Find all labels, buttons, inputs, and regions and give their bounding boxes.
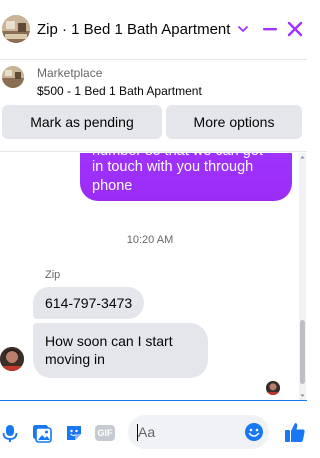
photo-icon[interactable] [32, 423, 52, 443]
message-thread[interactable]: number so that we can get in touch with … [0, 153, 307, 400]
gif-label: GIF [97, 428, 113, 438]
scroll-down-arrow-icon[interactable] [299, 392, 306, 400]
scrollbar-thumb[interactable] [300, 320, 305, 384]
message-line: phone [92, 178, 133, 194]
text-caret [137, 424, 138, 441]
thumbs-up-icon[interactable] [284, 421, 306, 443]
chevron-down-icon[interactable] [236, 22, 250, 36]
emoji-icon[interactable] [244, 422, 264, 442]
marketplace-label: Marketplace [37, 66, 103, 80]
sticker-icon[interactable] [64, 423, 84, 443]
more-options-button[interactable]: More options [166, 105, 302, 139]
outgoing-message[interactable]: number so that we can get in touch with … [80, 153, 292, 201]
sender-name: Zip [45, 269, 61, 281]
sender-avatar[interactable] [0, 347, 24, 371]
scroll-up-arrow-icon[interactable] [299, 153, 306, 161]
close-icon[interactable] [287, 21, 303, 37]
mark-as-pending-button[interactable]: Mark as pending [2, 105, 162, 139]
chat-title[interactable]: Zip · 1 Bed 1 Bath Apartment [37, 21, 230, 38]
minimize-icon[interactable] [262, 23, 278, 35]
person-avatar-icon [266, 381, 280, 395]
listing-avatar[interactable] [2, 15, 30, 43]
message-line: in touch with you through [92, 159, 254, 175]
listing-photo-icon [2, 15, 30, 43]
listing-title[interactable]: $500 - 1 Bed 1 Bath Apartment [37, 84, 202, 98]
person-avatar-icon [0, 347, 24, 371]
marketplace-listing-bar: Marketplace $500 - 1 Bed 1 Bath Apartmen… [0, 60, 307, 152]
listing-photo-icon [2, 66, 24, 88]
message-timestamp: 10:20 AM [126, 234, 174, 246]
incoming-message[interactable]: 614-797-3473 [33, 287, 145, 319]
incoming-message[interactable]: How soon can I start moving in [33, 323, 208, 378]
gif-icon[interactable]: GIF [95, 425, 115, 441]
message-composer: GIF [0, 400, 307, 458]
chat-header: Zip · 1 Bed 1 Bath Apartment [0, 0, 307, 60]
microphone-icon[interactable] [0, 423, 20, 443]
listing-thumbnail[interactable] [2, 66, 24, 88]
seen-receipt-avatar [266, 381, 280, 395]
